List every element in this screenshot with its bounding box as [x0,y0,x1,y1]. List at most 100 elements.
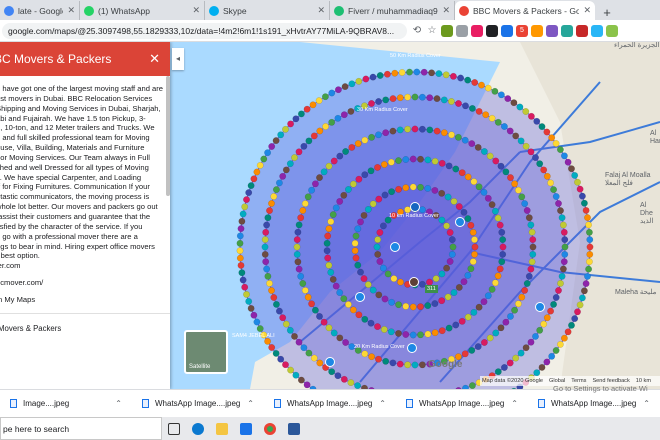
extension-green-icon[interactable] [441,24,453,37]
location-pin [426,94,434,102]
location-pin [484,84,492,92]
close-tab-icon[interactable]: ✕ [67,5,75,16]
download-menu-chevron-icon[interactable]: ⌃ [115,399,122,408]
download-menu-chevron-icon[interactable]: ⌃ [379,399,386,408]
download-menu-chevron-icon[interactable]: ⌃ [511,399,518,408]
satellite-toggle-button[interactable]: Satellite [184,330,228,374]
extension-gray-icon[interactable] [456,24,468,37]
download-item[interactable]: WhatsApp Image....jpeg ⌃ [528,399,660,408]
location-pin [552,347,560,354]
star-icon[interactable]: ☆ [426,25,438,37]
location-pin [279,314,287,322]
location-pin [381,191,389,199]
extension-orange-icon[interactable] [531,24,543,37]
location-pin [336,152,344,160]
close-tab-icon[interactable]: ✕ [192,5,200,16]
location-pin [528,258,536,266]
location-pin [396,360,404,368]
location-pin [448,131,455,139]
gmail-icon[interactable]: 5 [516,24,528,37]
download-item[interactable]: WhatsApp Image....jpeg ⌃ [396,399,528,408]
location-pin [460,278,468,286]
close-tab-icon[interactable]: ✕ [583,5,591,16]
location-pin [373,243,381,251]
browser-tab[interactable]: Fiverr / muhammadiaq966 / Ed ✕ [330,1,455,20]
location-pin [409,155,417,163]
location-pin [361,350,369,358]
location-pin [548,352,556,360]
radius-label-20km: 20 Km Radius Cover [354,344,405,350]
download-item[interactable]: WhatsApp Image....jpeg ⌃ [132,399,264,408]
address-bar[interactable]: google.com/maps/@25.3097498,55.1829333,1… [2,22,407,39]
download-menu-chevron-icon[interactable]: ⌃ [247,399,254,408]
location-pin [431,157,439,165]
location-pin [522,344,530,352]
location-pin [368,353,375,361]
browser-tab[interactable]: late - Google Sea ✕ [0,1,80,20]
browser-tab[interactable]: (1) WhatsApp ✕ [80,1,205,20]
location-pin [480,339,488,346]
open-in-my-maps-link[interactable]: n My Maps [0,295,170,304]
map-label-falaj: Falaj Al Moalla فلج المعلا [605,172,651,187]
location-pin [256,162,264,169]
location-pin [433,127,441,135]
word-icon[interactable] [282,417,306,440]
location-pin [348,144,356,151]
extension-pink-icon[interactable] [471,24,483,37]
location-pin [277,131,285,139]
radius-label-30km: 30 Km Radius Cover [357,107,408,113]
close-icon[interactable]: ✕ [149,51,160,67]
location-pin [237,261,245,269]
location-pin [561,152,568,160]
location-pin [413,68,421,76]
chrome-icon[interactable] [258,417,282,440]
website-link[interactable]: ocmover.com/ [0,278,170,287]
location-pin [558,214,566,222]
download-item[interactable]: WhatsApp Image....jpeg ⌃ [264,399,396,408]
browser-tab[interactable]: BBC Movers & Packers - Goog ✕ [455,1,595,20]
location-pin [360,275,368,283]
location-pin [529,236,537,244]
download-item[interactable]: Image....jpeg ⌃ [0,399,132,408]
location-pin [470,308,478,316]
task-view-icon[interactable] [162,417,186,440]
close-tab-icon[interactable]: ✕ [317,5,325,16]
edge-icon[interactable] [186,417,210,440]
location-pin [417,303,424,311]
panel-scrollbar[interactable] [166,76,170,196]
location-pin [334,114,342,122]
file-explorer-icon[interactable] [210,417,234,440]
share-icon[interactable]: ⟲ [411,25,423,37]
location-pin [293,236,301,244]
location-pin [292,115,300,123]
extension-blue-icon[interactable] [501,24,513,37]
extension-purple-icon[interactable] [546,24,558,37]
location-pin [354,382,361,389]
extension-cyan-icon[interactable] [591,24,603,37]
collapse-panel-button[interactable]: ◂ [172,48,184,70]
download-menu-chevron-icon[interactable]: ⌃ [643,399,650,408]
location-pin [552,193,560,200]
location-pin [458,317,466,325]
location-pin [332,204,340,212]
store-icon[interactable] [234,417,258,440]
layer-title[interactable]: Movers & Packers [0,324,170,333]
location-pin [467,265,475,273]
location-pin [428,69,435,77]
taskbar-search-box[interactable]: pe here to search [0,417,162,440]
location-pin [374,250,382,258]
browser-tab[interactable]: Skype ✕ [205,1,330,20]
location-pin [480,148,488,155]
extension-lime-icon[interactable] [606,24,618,37]
location-pin [442,71,450,79]
extension-red-icon[interactable] [576,24,588,37]
location-pin [354,261,362,269]
location-pin [375,355,382,363]
close-tab-icon[interactable]: ✕ [442,5,450,16]
location-pin [586,228,593,236]
extension-dark-icon[interactable] [486,24,498,37]
location-pin [341,83,349,90]
new-tab-button[interactable]: + [599,5,615,20]
extension-teal-icon[interactable] [561,24,573,37]
location-pin [584,272,591,280]
